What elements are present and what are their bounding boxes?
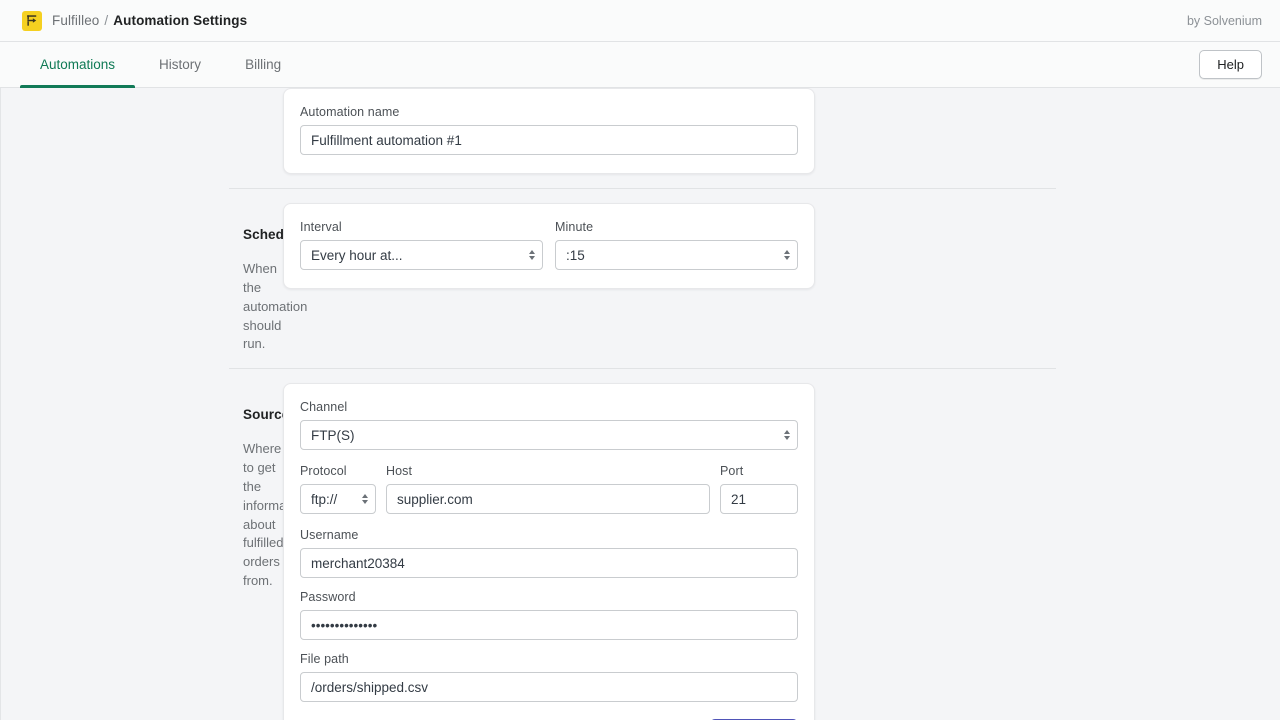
connection-row: Protocol Host Port: [300, 464, 798, 515]
page-title: Automation Settings: [113, 13, 248, 28]
section-source-label: Source Where to get the information abou…: [1, 383, 308, 591]
tab-history-label: History: [159, 57, 202, 72]
password-label: Password: [300, 590, 356, 605]
channel-select[interactable]: [300, 420, 798, 451]
schedule-description: When the automation should run.: [243, 261, 308, 352]
host-label: Host: [386, 464, 413, 479]
source-description: Where to get the information about fulfi…: [243, 441, 308, 589]
flow-arrow-icon: [22, 10, 42, 31]
password-input[interactable]: [300, 610, 798, 641]
channel-label: Channel: [300, 400, 348, 415]
protocol-label: Protocol: [300, 464, 347, 479]
settings-page: Automation name Schedule When the automa…: [0, 88, 1280, 720]
filepath-label: File path: [300, 652, 349, 667]
section-schedule-label: Schedule When the automation should run.: [1, 203, 308, 354]
help-button-wrap: Help: [1199, 42, 1262, 87]
field-interval: Interval: [300, 220, 543, 270]
tab-list: Automations History Billing: [20, 42, 301, 88]
field-minute: Minute: [555, 220, 798, 270]
brand[interactable]: Fulfilleo / Automation Settings: [22, 10, 247, 31]
field-channel: Channel: [300, 400, 798, 451]
tab-billing[interactable]: Billing: [225, 42, 301, 87]
breadcrumb-separator: /: [104, 13, 109, 28]
top-bar: Fulfilleo / Automation Settings by Solve…: [0, 0, 1280, 42]
username-label: Username: [300, 528, 359, 543]
tab-billing-label: Billing: [245, 57, 282, 72]
section-divider-2: [229, 368, 1056, 370]
automation-name-input[interactable]: [300, 125, 798, 155]
field-automation-name: Automation name: [300, 105, 798, 155]
field-password: Password: [300, 590, 798, 641]
port-label: Port: [720, 464, 744, 479]
schedule-title: Schedule: [243, 227, 304, 242]
field-filepath: File path: [300, 652, 798, 703]
minute-select-wrap: [555, 240, 798, 270]
field-host: Host: [386, 464, 710, 515]
tab-automations-label: Automations: [40, 57, 116, 72]
tab-bar: Automations History Billing Help: [0, 42, 1280, 88]
tab-history[interactable]: History: [139, 42, 221, 87]
breadcrumb-root[interactable]: Fulfilleo: [52, 13, 99, 28]
source-title: Source: [243, 407, 290, 423]
section-source: Source Where to get the information abou…: [1, 383, 1280, 720]
port-input[interactable]: [720, 484, 798, 515]
field-username: Username: [300, 528, 798, 579]
username-input[interactable]: [300, 548, 798, 579]
interval-select-wrap: [300, 240, 543, 270]
source-card: Channel Protocol: [283, 383, 815, 720]
filepath-input[interactable]: [300, 672, 798, 703]
protocol-select-wrap: [300, 484, 376, 515]
section-divider-1: [229, 188, 1056, 189]
schedule-card: Interval Minute: [283, 203, 815, 289]
breadcrumb: Fulfilleo / Automation Settings: [52, 13, 247, 28]
interval-label: Interval: [300, 220, 342, 234]
host-input[interactable]: [386, 484, 710, 515]
field-port: Port: [720, 464, 798, 515]
automation-name-card: Automation name: [283, 88, 815, 174]
help-button[interactable]: Help: [1199, 50, 1262, 79]
tab-automations[interactable]: Automations: [20, 42, 136, 88]
minute-select[interactable]: [555, 240, 798, 270]
section-automation-name: Automation name: [1, 88, 1280, 174]
field-protocol: Protocol: [300, 464, 376, 515]
minute-label: Minute: [555, 220, 594, 234]
automation-name-label: Automation name: [300, 105, 400, 119]
interval-select[interactable]: [300, 240, 543, 270]
channel-select-wrap: [300, 420, 798, 451]
protocol-select[interactable]: [300, 484, 376, 515]
byline: by Solvenium: [1186, 13, 1262, 28]
section-schedule: Schedule When the automation should run.…: [1, 203, 1280, 354]
